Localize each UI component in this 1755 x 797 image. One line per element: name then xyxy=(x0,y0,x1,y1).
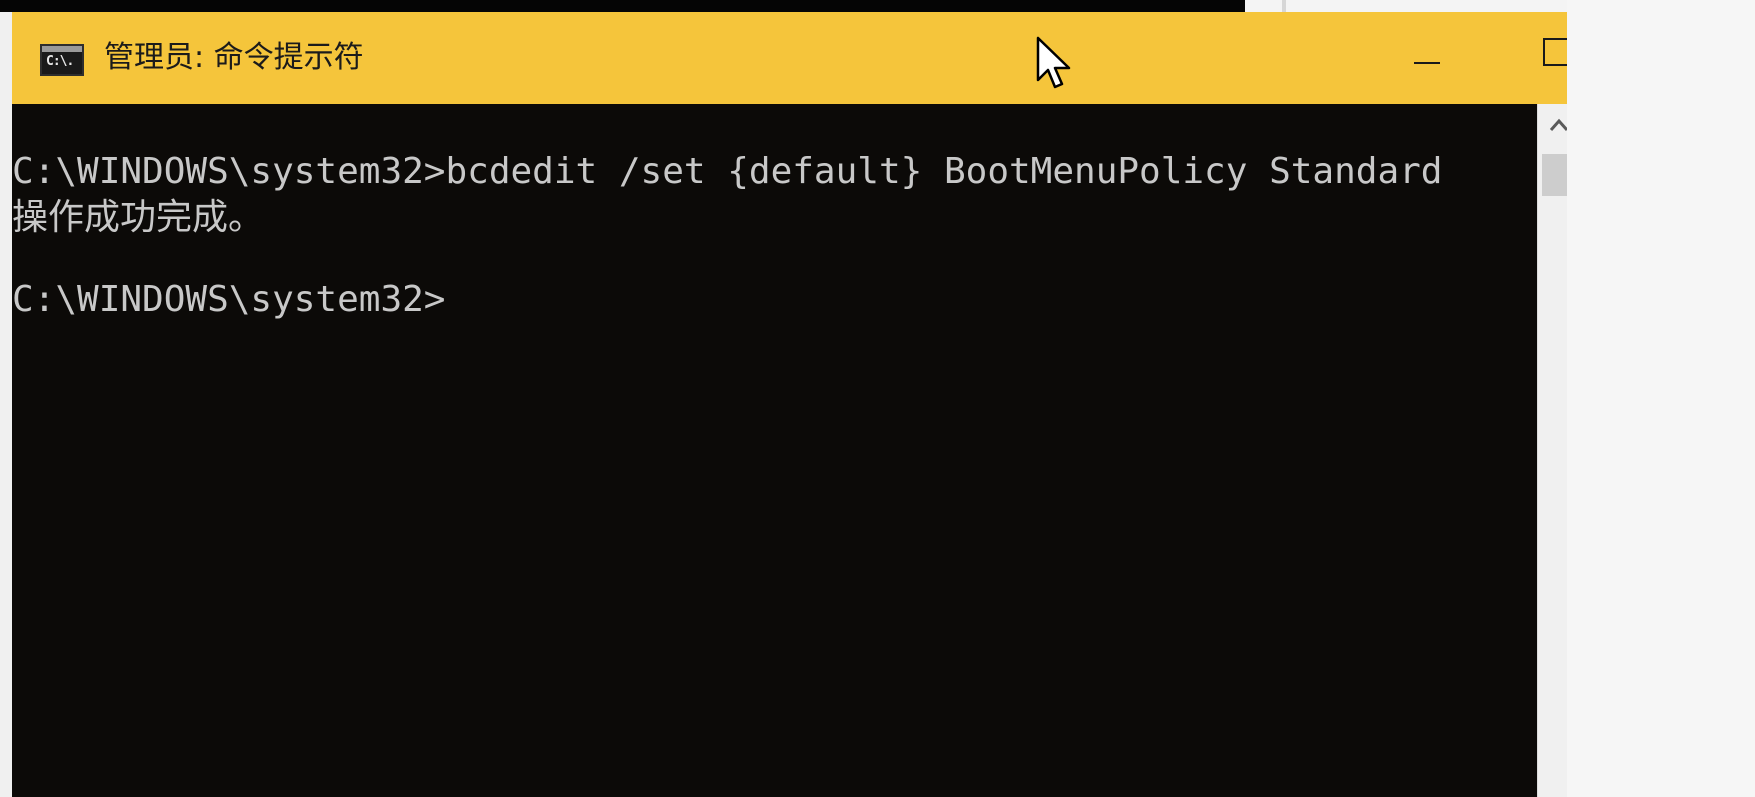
cmd-icon[interactable]: C:\. xyxy=(40,44,84,76)
minimize-button[interactable] xyxy=(1362,12,1492,104)
background-divider xyxy=(1282,0,1286,12)
window-title: 管理员: 命令提示符 xyxy=(104,40,364,75)
cmd-icon-glyph: C:\. xyxy=(46,54,74,69)
title-bar[interactable]: C:\. 管理员: 命令提示符 xyxy=(12,12,1755,104)
background-left xyxy=(0,12,12,797)
mouse-pointer-icon xyxy=(1036,36,1071,89)
command-prompt-window[interactable]: C:\. 管理员: 命令提示符 C:\WINDOWS\system32>bcde… xyxy=(12,12,1755,797)
console-line-command: C:\WINDOWS\system32>bcdedit /set {defaul… xyxy=(12,151,1443,192)
console-line-prompt: C:\WINDOWS\system32> xyxy=(12,279,446,320)
console-line-result: 操作成功完成。 xyxy=(12,197,265,238)
console-output[interactable]: C:\WINDOWS\system32>bcdedit /set {defaul… xyxy=(12,104,1537,797)
minimize-icon xyxy=(1414,62,1440,64)
background-right xyxy=(1567,0,1755,797)
